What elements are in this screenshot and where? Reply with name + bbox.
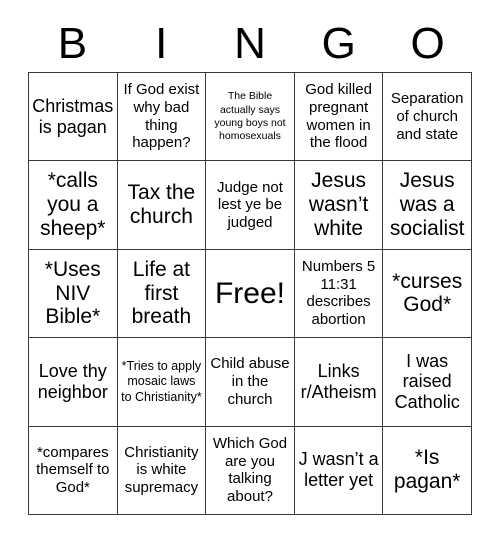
bingo-cell-text: Love thy neighbor	[37, 361, 108, 402]
bingo-cell-text: The Bible actually says young boys not h…	[214, 90, 286, 142]
bingo-cell[interactable]: Life at first breath	[117, 249, 207, 339]
bingo-cell-text: Which God are you talking about?	[212, 434, 288, 505]
header-letter-i: I	[155, 19, 168, 68]
bingo-cell[interactable]: Which God are you talking about?	[206, 426, 295, 515]
bingo-cell[interactable]: Christianity is white supremacy	[117, 426, 207, 515]
bingo-cell[interactable]: If God exist why bad thing happen?	[117, 73, 207, 162]
bingo-cell[interactable]: *Is pagan*	[383, 426, 472, 515]
bingo-cell[interactable]: Tax the church	[117, 161, 207, 250]
bingo-cell-text: *compares themself to God*	[36, 443, 110, 497]
bingo-cell-text: *Uses NIV Bible*	[44, 257, 101, 329]
header-letter-o: O	[410, 19, 445, 68]
bingo-cell[interactable]: Christmas is pagan	[29, 73, 118, 162]
bingo-cell-text: Life at first breath	[131, 257, 192, 329]
bingo-cell-text: If God exist why bad thing happen?	[123, 81, 200, 152]
bingo-cell-text: *curses God*	[392, 269, 463, 317]
bingo-cell-text: Numbers 5 11:31 describes abortion	[301, 258, 376, 329]
bingo-cell[interactable]: Jesus wasn’t white	[294, 161, 384, 250]
bingo-cell[interactable]: Child abuse in the church	[206, 338, 295, 427]
bingo-cell[interactable]: *compares themself to God*	[29, 426, 118, 515]
bingo-cell-text: I was raised Catholic	[394, 350, 460, 413]
bingo-cell-text: *calls you a sheep*	[40, 169, 106, 241]
bingo-cell-text: Free!	[214, 276, 285, 310]
bingo-cell-text: *Tries to apply mosaic laws to Christian…	[121, 359, 202, 404]
bingo-cell-text: Christianity is white supremacy	[124, 443, 199, 497]
bingo-cell-text: Christmas is pagan	[32, 95, 114, 137]
bingo-cell-text: Links r/Atheism	[300, 361, 377, 402]
bingo-cell-text: God killed pregnant women in the flood	[305, 81, 372, 152]
bingo-cell[interactable]: *curses God*	[383, 249, 472, 339]
bingo-cell[interactable]: J wasn’t a letter yet	[294, 426, 384, 515]
bingo-cell[interactable]: Links r/Atheism	[294, 338, 384, 427]
bingo-cell-text: Child abuse in the church	[210, 355, 290, 408]
bingo-card: B I N G O Christmas is pagan If God exist…	[0, 0, 500, 544]
bingo-cell[interactable]: Judge not lest ye be judged	[206, 161, 295, 250]
bingo-grid: Christmas is pagan If God exist why bad t…	[28, 72, 472, 515]
bingo-cell-text: Jesus wasn’t white	[308, 169, 369, 241]
bingo-cell-text: Jesus was a socialist	[389, 169, 465, 241]
header-letter-g: G	[321, 19, 356, 68]
bingo-cell[interactable]: I was raised Catholic	[383, 338, 472, 427]
bingo-cell-text: Separation of church and state	[390, 90, 464, 143]
bingo-cell[interactable]: *calls you a sheep*	[29, 161, 118, 250]
header-letter-b: B	[57, 19, 88, 68]
bingo-cell[interactable]: Separation of church and state	[383, 73, 472, 162]
bingo-cell-text: *Is pagan*	[393, 446, 461, 494]
bingo-cell[interactable]: Love thy neighbor	[29, 338, 118, 427]
bingo-cell-text: J wasn’t a letter yet	[298, 449, 379, 491]
bingo-cell[interactable]: *Uses NIV Bible*	[29, 249, 118, 339]
bingo-cell[interactable]: Numbers 5 11:31 describes abortion	[294, 249, 384, 339]
bingo-cell-text: Tax the church	[127, 181, 196, 229]
bingo-cell[interactable]: God killed pregnant women in the flood	[294, 73, 384, 162]
bingo-cell-text: Judge not lest ye be judged	[217, 178, 283, 231]
bingo-header: B I N G O	[28, 16, 472, 72]
header-letter-n: N	[234, 19, 266, 68]
bingo-cell-free[interactable]: Free!	[206, 249, 295, 339]
bingo-cell[interactable]: The Bible actually says young boys not h…	[206, 73, 295, 162]
bingo-cell[interactable]: *Tries to apply mosaic laws to Christian…	[117, 338, 207, 427]
bingo-cell[interactable]: Jesus was a socialist	[383, 161, 472, 250]
